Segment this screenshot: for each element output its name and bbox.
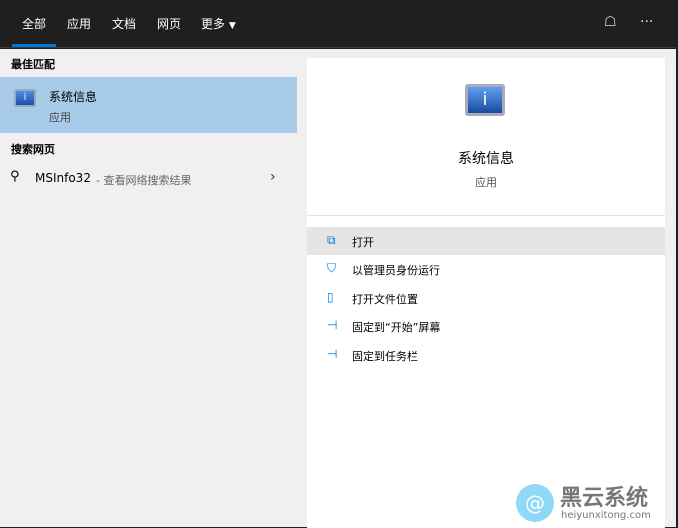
folder-icon: ▯ xyxy=(327,290,334,304)
detail-pane: i 系统信息 应用 ⧉ 打开 ⛉ 以管理员身份运行 ▯ 打开文件位置 ⊣ 固定到“开始”… xyxy=(298,49,676,528)
search-icon: ⚲ xyxy=(10,169,20,184)
divider xyxy=(307,215,665,216)
action-label: 固定到“开始”屏幕 xyxy=(352,321,441,334)
pin-icon: ⊣ xyxy=(327,318,338,332)
tab-more[interactable]: 更多 ▼ xyxy=(201,15,236,32)
shield-icon: ⛉ xyxy=(327,261,337,275)
action-pin-to-taskbar[interactable]: ⊣ 固定到任务栏 xyxy=(307,341,665,369)
action-open-file-location[interactable]: ▯ 打开文件位置 xyxy=(307,284,665,312)
search-filter-bar: 全部 应用 文档 网页 更多 ▼ ☖ ··· xyxy=(0,0,676,48)
system-information-icon: i xyxy=(14,89,36,107)
more-icon[interactable]: ··· xyxy=(640,14,653,30)
action-open[interactable]: ⧉ 打开 xyxy=(307,227,665,255)
detail-title: 系统信息 xyxy=(458,151,514,167)
tab-more-label: 更多 xyxy=(201,17,226,31)
action-label: 打开 xyxy=(352,236,374,249)
web-search-header: 搜索网页 xyxy=(11,143,55,156)
feedback-icon[interactable]: ☖ xyxy=(604,14,617,30)
tab-all[interactable]: 全部 xyxy=(11,15,57,47)
chevron-right-icon[interactable]: › xyxy=(270,169,276,185)
system-information-large-icon: i xyxy=(465,84,505,116)
best-match-header: 最佳匹配 xyxy=(11,58,55,71)
best-match-title: 系统信息 xyxy=(49,90,98,104)
tab-web[interactable]: 网页 xyxy=(157,15,181,32)
web-search-item[interactable]: ⚲ MSInfo32 - 查看网络搜索结果 › xyxy=(0,165,297,193)
detail-card: i 系统信息 应用 ⧉ 打开 ⛉ 以管理员身份运行 ▯ 打开文件位置 ⊣ 固定到“开始”… xyxy=(307,58,665,528)
chevron-down-icon: ▼ xyxy=(228,21,236,31)
web-query: MSInfo32 xyxy=(35,171,91,185)
cloud-logo-icon: @ xyxy=(516,484,554,522)
web-suffix: - 查看网络搜索结果 xyxy=(96,174,192,187)
results-panel: 最佳匹配 i 系统信息 应用 搜索网页 ⚲ MSInfo32 - 查看网络搜索结… xyxy=(0,49,298,527)
action-run-as-admin[interactable]: ⛉ 以管理员身份运行 xyxy=(307,255,665,283)
detail-subtitle: 应用 xyxy=(475,176,497,189)
action-label: 打开文件位置 xyxy=(352,293,418,306)
watermark-url: heiyunxitong.com xyxy=(561,510,651,521)
action-label: 固定到任务栏 xyxy=(352,350,418,363)
best-match-item[interactable]: i 系统信息 应用 xyxy=(0,77,297,133)
open-icon: ⧉ xyxy=(327,233,336,247)
tab-apps[interactable]: 应用 xyxy=(67,15,91,32)
action-pin-to-start[interactable]: ⊣ 固定到“开始”屏幕 xyxy=(307,312,665,340)
tab-documents[interactable]: 文档 xyxy=(112,15,136,32)
pin-icon: ⊣ xyxy=(327,347,338,361)
action-label: 以管理员身份运行 xyxy=(352,264,440,277)
best-match-subtitle: 应用 xyxy=(49,111,71,124)
watermark-name: 黑云系统 xyxy=(560,486,649,511)
